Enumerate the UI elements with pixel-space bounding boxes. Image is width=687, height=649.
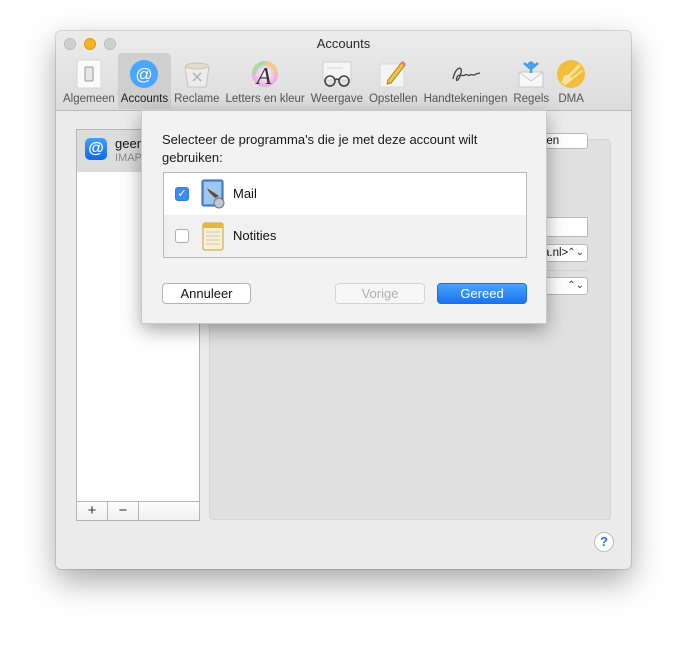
cancel-button[interactable]: Annuleer xyxy=(162,283,251,304)
toolbar-label: Letters en kleur xyxy=(225,93,305,105)
notities-checkbox[interactable] xyxy=(175,229,189,243)
toolbar-label: Reclame xyxy=(174,93,220,105)
account-type: IMAP xyxy=(115,152,142,164)
account-name: geen xyxy=(115,136,144,151)
toolbar-label: Accounts xyxy=(120,93,169,105)
toolbar-item-opstellen[interactable]: Opstellen xyxy=(366,53,421,109)
at-sign-icon: @ xyxy=(128,58,160,90)
app-row-mail[interactable]: ✓ Mail xyxy=(164,173,526,215)
toolbar-label: DMA xyxy=(558,93,584,105)
rules-envelope-icon xyxy=(515,58,547,90)
toolbar-item-regels[interactable]: Regels xyxy=(510,53,552,109)
toolbar-item-accounts[interactable]: @ Accounts xyxy=(117,53,172,109)
remove-account-button[interactable]: − xyxy=(108,502,139,520)
window-title: Accounts xyxy=(316,36,371,51)
help-button[interactable]: ? xyxy=(594,532,614,552)
toolbar-item-handtekeningen[interactable]: Handtekeningen xyxy=(421,53,511,109)
previous-button[interactable]: Vorige xyxy=(335,283,425,304)
junk-bin-icon xyxy=(181,58,213,90)
app-row-notities[interactable]: Notities xyxy=(164,215,526,257)
accounts-list-footer: + − xyxy=(76,501,200,521)
mail-app-icon xyxy=(199,178,227,210)
updown-chevron-icon: ⌃⌄ xyxy=(567,280,584,291)
at-sign-icon: @ xyxy=(85,138,107,160)
toolbar-item-reclame[interactable]: Reclame xyxy=(171,53,222,109)
select-apps-sheet: Selecteer de programma's die je met deze… xyxy=(141,110,547,324)
toolbar-label: Regels xyxy=(513,93,550,105)
toolbar-label: Opstellen xyxy=(368,93,418,105)
app-label: Mail xyxy=(233,186,257,201)
glasses-icon xyxy=(321,58,353,90)
svg-text:A: A xyxy=(255,64,272,89)
toolbar-label: Algemeen xyxy=(63,93,115,105)
toolbar: Algemeen @ Accounts Reclame A Letters en… xyxy=(60,53,590,109)
titlebar: Accounts Algemeen @ Accounts Reclame A L… xyxy=(56,31,631,111)
font-color-icon: A xyxy=(249,58,281,90)
mail-checkbox[interactable]: ✓ xyxy=(175,187,189,201)
apps-table: ✓ Mail Notities xyxy=(163,172,527,258)
toolbar-item-algemeen[interactable]: Algemeen xyxy=(60,53,118,109)
toolbar-label: Weergave xyxy=(310,93,363,105)
app-label: Notities xyxy=(233,228,277,243)
done-button[interactable]: Gereed xyxy=(437,283,527,304)
updown-chevron-icon: ⌃⌄ xyxy=(567,247,584,258)
toolbar-item-letters-en-kleur[interactable]: A Letters en kleur xyxy=(223,53,308,109)
toolbar-label: Handtekeningen xyxy=(423,93,508,105)
toolbar-item-dma[interactable]: DMA xyxy=(552,53,590,109)
notes-app-icon xyxy=(199,220,227,252)
dma-sun-icon xyxy=(555,58,587,90)
pencil-icon xyxy=(377,58,409,90)
add-account-button[interactable]: + xyxy=(77,502,108,520)
sheet-message: Selecteer de programma's die je met deze… xyxy=(162,132,478,165)
toolbar-item-weergave[interactable]: Weergave xyxy=(308,53,366,109)
signature-icon xyxy=(449,58,481,90)
svg-text:@: @ xyxy=(136,65,153,84)
switch-icon xyxy=(73,58,105,90)
